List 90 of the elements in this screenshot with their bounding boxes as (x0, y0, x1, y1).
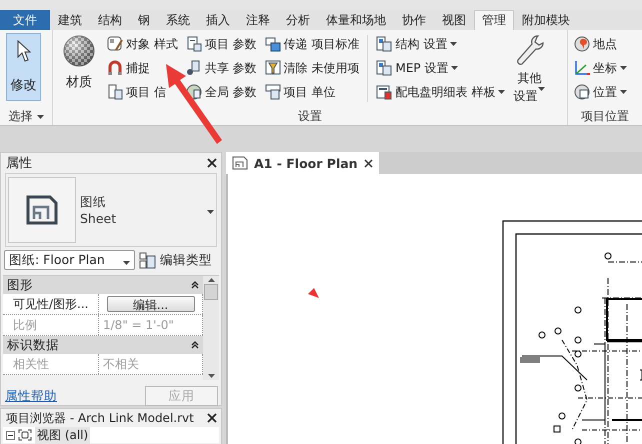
ribbon-button[interactable]: 项目 信 (105, 81, 168, 103)
type-name: 图纸 (80, 193, 107, 210)
file-tab[interactable]: 文件 (0, 10, 50, 30)
ribbon-button[interactable]: 捕捉 (105, 57, 152, 79)
panel-title-dropdown[interactable]: 选择 (0, 108, 52, 125)
panel-title: 设置 (297, 108, 323, 125)
units-icon (264, 84, 281, 100)
cursor-icon (16, 40, 30, 62)
pointer-mark (308, 288, 319, 298)
settings-sheet-icon (376, 36, 392, 52)
ribbon-button[interactable]: 共享 参数 (184, 57, 259, 79)
document-icon (186, 36, 202, 52)
location-icon (574, 84, 590, 100)
ribbon-tab[interactable]: 管理 (474, 10, 514, 30)
share-icon (186, 60, 202, 76)
type-subtitle: Sheet (80, 210, 118, 227)
ribbon-tab[interactable]: 注释 (238, 10, 278, 30)
ribbon-button[interactable]: 坐标 (572, 57, 629, 79)
caret-icon (498, 90, 506, 94)
modify-label: 修改 (10, 77, 36, 94)
transfer-icon (264, 36, 281, 52)
type-selector[interactable]: 图纸: Floor Plan (4, 250, 135, 270)
view-icon (18, 429, 32, 441)
checker-sphere-icon (63, 35, 95, 67)
ribbon-button[interactable]: 清除 未使用项 (262, 57, 362, 79)
magnet-icon (107, 60, 123, 76)
ribbon-button[interactable]: 传递 项目标准 (262, 33, 362, 55)
collapse-icon (191, 281, 199, 289)
caret-icon (36, 114, 44, 118)
panel-title: 属性 (6, 155, 32, 172)
section-title: 图形 (7, 276, 33, 294)
ribbon-button[interactable]: 配电盘明细表 样板 (374, 81, 508, 103)
ribbon-tab[interactable]: 结构 (90, 10, 130, 30)
ribbon-tab[interactable]: 协作 (394, 10, 434, 30)
sheet-icon (232, 156, 248, 170)
scroll-thumb[interactable] (204, 284, 218, 300)
caret-icon (620, 90, 627, 94)
property-name: 可见性/图形... (3, 294, 99, 314)
settings-sheet-icon (376, 60, 392, 76)
funnel-icon (264, 60, 281, 76)
ribbon-button[interactable]: 项目 单位 (262, 81, 338, 103)
document-icon (107, 84, 123, 100)
modify-button[interactable]: 修改 (6, 33, 41, 101)
edit-type-button[interactable]: 编辑类型 (139, 252, 212, 268)
palette-icon (107, 36, 123, 52)
property-name: 相关性 (3, 354, 99, 374)
ribbon-tab[interactable]: 视图 (434, 10, 474, 30)
caret-icon (450, 42, 458, 46)
panel-title: 项目位置 (580, 108, 630, 125)
axes-icon (574, 60, 590, 76)
caret-icon (538, 87, 546, 91)
material-button[interactable]: 材质 (57, 33, 101, 108)
dropdown-caret-icon (207, 210, 214, 214)
ribbon-tab[interactable]: 附加模块 (514, 10, 578, 30)
ribbon-button[interactable]: 位置 (572, 81, 629, 103)
ribbon-button[interactable]: 结构 设置 (374, 33, 460, 55)
property-name: 比例 (3, 315, 99, 335)
help-link[interactable]: 属性帮助 (5, 388, 57, 404)
map-pin-icon (574, 36, 590, 52)
close-icon[interactable] (364, 158, 373, 168)
section-header[interactable]: 标识数据 (3, 336, 203, 354)
panel-schedule-icon (376, 84, 392, 100)
sheet-icon (26, 195, 58, 225)
other-settings-button[interactable]: 其他 设置 (511, 33, 548, 108)
ribbon-button[interactable]: 对象 样式 (105, 33, 180, 55)
scroll-down-icon[interactable] (208, 374, 214, 378)
ribbon-tab[interactable]: 钢 (130, 10, 158, 30)
section-header[interactable]: 图形 (3, 276, 203, 294)
ribbon-tab[interactable]: 系统 (158, 10, 198, 30)
ribbon-button[interactable]: 地点 (572, 33, 619, 55)
collapse-icon (191, 341, 199, 349)
scroll-up-icon[interactable] (208, 278, 214, 282)
ribbon-tab[interactable]: 插入 (198, 10, 238, 30)
edit-type-icon (139, 252, 156, 268)
dropdown-caret-icon (123, 260, 130, 264)
caret-icon (620, 66, 627, 70)
section-title: 标识数据 (7, 336, 59, 354)
panel-title: 项目浏览器 - Arch Link Model.rvt (6, 410, 194, 426)
caret-icon (451, 66, 458, 70)
view-tab[interactable]: A1 - Floor Plan (226, 152, 379, 174)
ribbon-button[interactable]: 项目 参数 (184, 33, 259, 55)
scrollbar[interactable] (203, 276, 219, 380)
close-icon[interactable] (207, 413, 217, 423)
ribbon-button[interactable]: MEP 设置 (374, 57, 460, 79)
ribbon-tab[interactable]: 建筑 (50, 10, 90, 30)
ribbon-tab[interactable]: 体量和场地 (318, 10, 394, 30)
ribbon-tab[interactable]: 分析 (278, 10, 318, 30)
tree-item[interactable]: 视图 (all) (35, 426, 90, 444)
edit-button[interactable]: 编辑... (106, 296, 194, 312)
close-icon[interactable] (207, 158, 217, 168)
